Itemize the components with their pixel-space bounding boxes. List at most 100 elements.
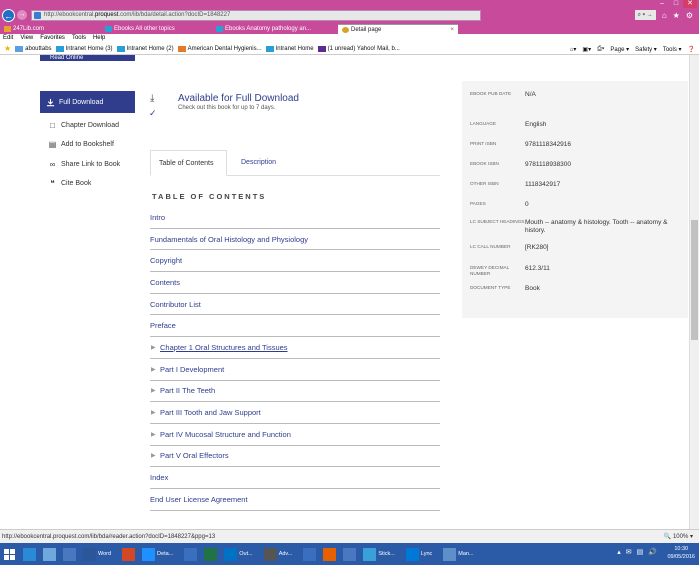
start-button[interactable] [0,543,18,565]
tools-menu[interactable]: Tools ▾ [663,46,682,53]
taskbar-app-button[interactable]: Man... [441,545,479,563]
toc-item[interactable]: ▶ Chapter 1 Oral Structures and Tissues [150,337,440,359]
forward-button[interactable]: → [17,10,27,20]
taskbar-app-button[interactable] [61,545,78,563]
toc-item[interactable]: ▶ Part III Tooth and Jaw Support [150,402,440,424]
settings-gear-icon[interactable]: ⚙ [686,11,693,20]
vertical-scrollbar[interactable] [689,55,699,529]
toc-item[interactable]: Contents [150,272,440,294]
back-button[interactable]: ← [2,8,15,22]
help-icon[interactable]: ❓ [688,46,695,53]
favorite-label: American Dental Hygienis... [187,45,262,52]
toc-item[interactable]: Contributor List [150,294,440,316]
menu-edit[interactable]: Edit [3,34,13,43]
taskbar-app-button[interactable] [202,545,219,563]
system-tray: ▴ ✉ ▤ 🔊 [617,548,657,556]
taskbar-app-icon [23,547,36,561]
close-tab-icon[interactable]: × [410,25,454,35]
favorite-link[interactable]: Intranet Home (3) [55,45,113,52]
toc-item[interactable]: End User License Agreement [150,489,440,511]
taskbar-app-label: Lync [420,551,433,557]
favorite-link[interactable]: abouttabs [15,45,52,52]
zoom-control[interactable]: 🔍 100% ▾ [664,530,693,544]
toc-item-label: Part I Development [160,364,225,374]
expand-caret-icon[interactable]: ▶ [150,366,160,373]
menu-view[interactable]: View [20,34,33,43]
feeds-icon[interactable]: ▣▾ [582,46,591,53]
share-link-link[interactable]: ∞ Share Link to Book [48,160,121,169]
browser-tab[interactable]: Ebooks Anatomy pathology an... [212,24,337,34]
detail-value: [RK280] [525,244,549,251]
browser-tab[interactable]: 247Lib.com [0,24,100,34]
minimize-button[interactable]: – [655,0,669,8]
search-dropdown[interactable]: ⌕ ▾ → [634,10,656,20]
toc-item-label: Contributor List [150,299,201,309]
home-icon[interactable]: ⌂▾ [570,46,577,53]
toc-item[interactable]: Preface [150,315,440,338]
taskbar-app-button[interactable]: Stick... [361,545,401,563]
favorites-star-icon[interactable]: ★ [4,44,11,53]
tab-description[interactable]: Description [233,150,284,176]
expand-caret-icon[interactable]: ▶ [150,387,160,394]
menu-favorites[interactable]: Favorites [40,34,65,43]
add-to-bookshelf-link[interactable]: ▤ Add to Bookshelf [48,140,114,149]
taskbar-app-label: Stick... [378,551,395,557]
toc-item[interactable]: Fundamentals of Oral Histology and Physi… [150,229,440,251]
url-field[interactable]: http://ebookcentral. proquest .com/lib/bda… [31,9,481,21]
action-center-icon[interactable]: ✉ [626,548,632,556]
menu-help[interactable]: Help [93,34,105,43]
expand-caret-icon[interactable]: ▶ [150,344,160,351]
expand-caret-icon[interactable]: ▶ [150,431,160,438]
cite-book-link[interactable]: ❝ Cite Book [48,179,91,188]
taskbar-app-button[interactable] [341,545,358,563]
taskbar-app-button[interactable] [41,545,58,563]
home-icon[interactable]: ⌂ [662,11,667,20]
expand-caret-icon[interactable]: ▶ [150,452,160,459]
taskbar-app-button[interactable] [182,545,199,563]
taskbar-app-button[interactable] [21,545,38,563]
browser-tab[interactable]: Ebooks All other topics [101,24,211,34]
safety-menu[interactable]: Safety ▾ [635,46,657,53]
taskbar-app-button[interactable] [120,545,137,563]
taskbar-app-button[interactable]: Out... [222,545,258,563]
toc-item[interactable]: ▶ Part I Development [150,359,440,381]
taskbar-app-button[interactable]: Lync [404,545,438,563]
browser-tab-active[interactable]: Detail page × [338,24,458,34]
menu-tools[interactable]: Tools [72,34,86,43]
favorite-link[interactable]: Intranet Home [265,45,314,52]
expand-caret-icon[interactable]: ▶ [150,409,160,416]
taskbar-app-label: Adv... [278,551,293,557]
window-titlebar: – □ ✕ [0,0,699,8]
taskbar-app-button[interactable]: Deta... [140,545,179,563]
favorite-link[interactable]: American Dental Hygienis... [177,45,262,52]
tab-table-of-contents[interactable]: Table of Contents [150,150,227,176]
scrollbar-thumb[interactable] [691,220,698,340]
taskbar-app-button[interactable]: Word [81,545,117,563]
taskbar-app-button[interactable] [321,545,338,563]
favorite-link[interactable]: (1 unread) Yahoo! Mail, b... [317,45,400,52]
taskbar-app-button[interactable]: Adv... [262,545,299,563]
toc-item[interactable]: Index [150,467,440,489]
toc-item[interactable]: ▶ Part IV Mucosal Structure and Function [150,424,440,446]
tray-expand-icon[interactable]: ▴ [617,548,621,556]
quote-icon: ❝ [50,179,55,188]
maximize-button[interactable]: □ [669,0,683,8]
chapter-download-link[interactable]: □ Chapter Download [48,121,119,130]
close-window-button[interactable]: ✕ [683,0,697,8]
network-icon[interactable]: ▤ [637,548,644,556]
toc-item[interactable]: Copyright [150,250,440,273]
clock[interactable]: 10:30 09/05/2016 [667,545,695,561]
toc-item[interactable]: ▶ Part V Oral Effectors [150,446,440,468]
favorite-link[interactable]: Intranet Home (2) [116,45,174,52]
favorites-star-icon[interactable]: ★ [673,11,680,20]
toc-item[interactable]: Intro [150,207,440,229]
tab-label: Detail page [351,26,382,33]
toc-item[interactable]: ▶ Part II The Teeth [150,381,440,403]
taskbar-app-button[interactable] [301,545,318,563]
taskbar-app-icon [142,547,156,561]
full-download-button[interactable]: Full Download [40,91,135,113]
print-icon[interactable]: ⎙▾ [597,46,604,53]
read-online-button[interactable]: Read Online [40,55,135,61]
page-menu[interactable]: Page ▾ [610,46,629,53]
volume-icon[interactable]: 🔊 [648,548,657,556]
